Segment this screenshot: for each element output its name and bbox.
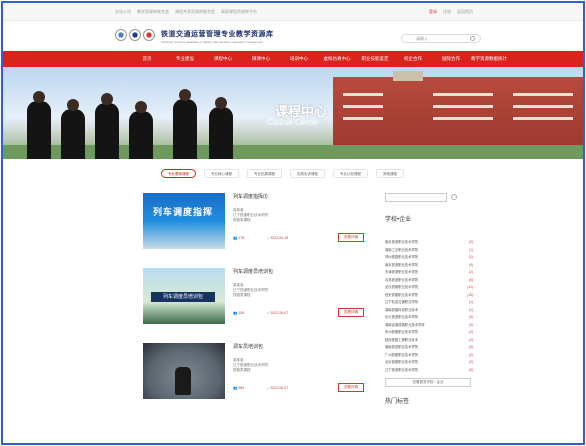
site-title: 铁道交通运营管理专业教学资源库	[161, 29, 274, 38]
school-list-item[interactable]: 包头铁道职业技术学院 (3)	[385, 314, 473, 322]
school-list-item[interactable]: 南京铁道职业技术学院 (9)	[385, 262, 473, 270]
course-card[interactable]: 列车调度指挥 列车调度指挥(I) 某某某 辽宁铁道职业技术学院 铁路类课程 👥 …	[143, 193, 365, 253]
school-list: 南京铁道职业技术学院 (2) 湖南工业职业技术学院 (1) 郑州铁路职业技术学院 (2…	[385, 239, 473, 374]
school-list-item[interactable]: 湖南铁路科技职业技术 (1)	[385, 307, 473, 315]
nav-item-major[interactable]: 专业建设	[166, 56, 204, 62]
school-list-item[interactable]: 武汉铁路职业技术学院 (12)	[385, 284, 473, 292]
top-link[interactable]: 高职课程资源库平台	[221, 9, 257, 15]
top-link[interactable]: 课程共享资源库联合会	[175, 9, 215, 15]
course-views: 178	[238, 236, 245, 240]
school-list-item[interactable]: 湖南高速铁路职业技术学院 (3)	[385, 322, 473, 330]
nav-item-microcourses[interactable]: 微课中心	[242, 56, 280, 62]
course-date: 2022-06-07	[270, 311, 289, 315]
school-list-item[interactable]: 郑州铁路职业技术学院 (2)	[385, 254, 473, 262]
railway-emblem-icon	[129, 29, 141, 41]
nav-item-international[interactable]: 国际合作	[432, 56, 470, 62]
view-more-schools-button[interactable]: 查看更多学校 / 企业	[385, 378, 471, 387]
course-views: 889	[238, 386, 245, 390]
site-subtitle: Teaching resource database of railway tr…	[161, 40, 264, 44]
graduate-figure	[61, 99, 85, 159]
graduate-figure	[173, 89, 197, 159]
tab-extension[interactable]: 专业拓展课程	[247, 169, 282, 178]
school-list-item[interactable]: 南京铁道职业技术学院 (2)	[385, 239, 473, 247]
top-link[interactable]: 文化公司	[115, 9, 131, 15]
nav-item-statistics[interactable]: 教学资源数据统计	[470, 56, 508, 62]
graduate-figure	[27, 91, 51, 159]
tab-foundation[interactable]: 专业基础课程	[161, 169, 196, 178]
clock-icon: ◷	[266, 386, 270, 390]
course-thumbnail[interactable]	[143, 343, 225, 399]
tab-practice[interactable]: 实践实训课程	[290, 169, 325, 178]
course-type: 铁路类课程	[233, 293, 251, 297]
search-icon[interactable]	[451, 194, 457, 200]
campus-building-image	[333, 71, 583, 147]
logo[interactable]	[115, 29, 155, 41]
search-placeholder: 请输入...	[416, 36, 432, 41]
course-type: 铁路类课程	[233, 218, 251, 222]
hero-banner: 课程中心 Course Center	[3, 67, 583, 159]
nav-item-simulation[interactable]: 虚拟仿真中心	[318, 56, 356, 62]
top-link[interactable]: 教学资源库联合会	[137, 9, 169, 15]
main-nav: 首页 专业建设 课程中心 微课中心 培训中心 虚拟仿真中心 职业技能鉴定 校企合…	[3, 51, 583, 67]
user-icon: 👥	[233, 311, 238, 315]
search-icon[interactable]	[470, 36, 475, 41]
graduate-figure	[95, 93, 119, 159]
simulator-seat-image	[175, 367, 191, 395]
view-details-button[interactable]: 查看详情	[338, 308, 364, 317]
tab-awareness[interactable]: 专业认知课程	[333, 169, 368, 178]
school-list-item[interactable]: 吉林铁道职业技术学院 (6)	[385, 277, 473, 285]
clock-icon: ◷	[266, 311, 270, 315]
school-list-item[interactable]: 天津铁道职业技术学院 (2)	[385, 269, 473, 277]
course-card[interactable]: 调车员培训包 某某某 辽宁铁道职业技术学院 铁路类课程 👥 889 ◷ 2022…	[143, 343, 365, 403]
course-card[interactable]: 列车调度员培训包 列车调度员培训包 某某某 辽宁铁道职业技术学院 铁路类课程 👥…	[143, 268, 365, 328]
site-header: 铁道交通运营管理专业教学资源库 Teaching resource databa…	[3, 21, 583, 51]
course-type: 铁路类课程	[233, 368, 251, 372]
home-link[interactable]: 返回首页	[457, 9, 473, 15]
course-thumbnail[interactable]: 列车调度员培训包	[143, 268, 225, 324]
course-name[interactable]: 列车调度指挥(I)	[233, 193, 365, 200]
login-link[interactable]: 登录	[429, 9, 437, 15]
browser-frame: 文化公司 教学资源库联合会 课程共享资源库联合会 高职课程资源库平台 登录 注册…	[1, 1, 585, 445]
view-details-button[interactable]: 查看详情	[338, 383, 364, 392]
tab-core[interactable]: 专业核心课程	[204, 169, 239, 178]
school-list-item[interactable]: 辽宁轨道交通职业学院 (1)	[385, 299, 473, 307]
school-list-item[interactable]: 辽宁铁道职业技术学院 (5)	[385, 367, 473, 375]
nav-item-home[interactable]: 首页	[128, 56, 166, 62]
school-list-item[interactable]: 广州铁路职业技术学院 (2)	[385, 352, 473, 360]
user-icon: 👥	[233, 236, 238, 240]
hot-tags-heading: 热门标签	[385, 399, 410, 405]
graduate-figure	[129, 101, 153, 159]
course-views: 108	[238, 311, 245, 315]
course-thumbnail[interactable]: 列车调度指挥	[143, 193, 225, 249]
school-emblem-icon	[115, 29, 127, 41]
sidebar: 学校•企业 南京铁道职业技术学院 (2) 湖南工业职业技术学院 (1) 郑州铁路职业…	[385, 193, 473, 405]
nav-item-cooperation[interactable]: 校企合作	[394, 56, 432, 62]
search-input[interactable]: 请输入...	[401, 34, 481, 43]
course-name[interactable]: 列车调度员培训包	[233, 268, 365, 275]
sidebar-heading: 学校•企业	[385, 217, 412, 223]
sidebar-search-input[interactable]	[385, 193, 447, 202]
course-date: 2022-06-07	[270, 386, 289, 390]
view-details-button[interactable]: 查看详情	[338, 233, 364, 242]
graduate-figure	[209, 97, 233, 159]
school-list-item[interactable]: 贵州铁路职业技术学院 (2)	[385, 329, 473, 337]
school-list-item[interactable]: 湖南工业职业技术学院 (1)	[385, 247, 473, 255]
banner-subtitle: Course Center	[267, 118, 320, 127]
course-date: 2022-05-18	[270, 236, 289, 240]
nav-item-certification[interactable]: 职业技能鉴定	[356, 56, 394, 62]
school-list-item[interactable]: 西安铁路职业技术学院 (18)	[385, 292, 473, 300]
user-icon: 👥	[233, 386, 238, 390]
school-list-item[interactable]: 北京铁路职业技术学院 (2)	[385, 359, 473, 367]
top-utility-bar: 文化公司 教学资源库联合会 课程共享资源库联合会 高职课程资源库平台 登录 注册…	[3, 3, 583, 21]
clock-icon: ◷	[266, 236, 270, 240]
register-link[interactable]: 注册	[443, 9, 451, 15]
tab-other[interactable]: 其他课程	[376, 169, 404, 178]
nav-item-training[interactable]: 培训中心	[280, 56, 318, 62]
school-list-item[interactable]: 陕西铁路工程职业技术 (2)	[385, 337, 473, 345]
partner-emblem-icon	[143, 29, 155, 41]
course-name[interactable]: 调车员培训包	[233, 343, 365, 350]
course-category-tabs: 专业基础课程 专业核心课程 专业拓展课程 实践实训课程 专业认知课程 其他课程	[161, 169, 447, 181]
nav-item-courses[interactable]: 课程中心	[204, 56, 242, 62]
school-list-item[interactable]: 湖南铁道职业技术学院 (3)	[385, 344, 473, 352]
